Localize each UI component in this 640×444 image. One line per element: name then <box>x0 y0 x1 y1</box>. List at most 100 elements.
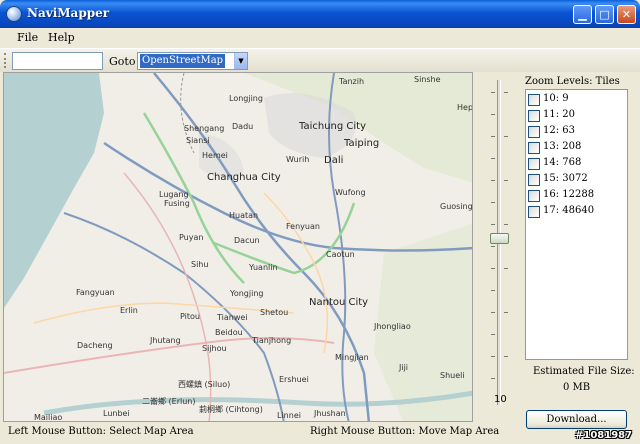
status-right-text: Right Mouse Button: Move Map Area <box>310 426 500 437</box>
map-place: Hemei <box>202 151 228 160</box>
map-place: Puyan <box>179 233 204 242</box>
checkbox[interactable] <box>528 158 540 170</box>
title-bar[interactable]: NaviMapper ▁ □ ✕ <box>0 0 640 28</box>
globe-icon <box>6 6 22 22</box>
map-place: Sinshe <box>414 75 441 84</box>
zoom-level-item[interactable]: 10: 9 <box>528 92 628 108</box>
map-place: Siansi <box>186 136 210 145</box>
menu-help[interactable]: Help <box>48 31 75 44</box>
close-button[interactable]: ✕ <box>617 5 636 24</box>
map-place: Jhongliao <box>374 322 411 331</box>
status-bar: Left Mouse Button: Select Map Area Right… <box>0 422 520 444</box>
zoom-level-item[interactable]: 14: 768 <box>528 156 628 172</box>
map-place: Shengang <box>184 124 225 133</box>
map-place: Guosing <box>440 202 473 211</box>
map-place: Tanzih <box>339 77 365 86</box>
download-button[interactable]: Download... <box>526 410 627 429</box>
zoom-level-label: 13: 208 <box>543 141 582 152</box>
map-place: Tianjhong <box>252 336 292 345</box>
map-city: Nantou City <box>309 297 369 308</box>
map-place: Yuanlin <box>249 263 278 272</box>
toolbar-grip[interactable] <box>4 53 7 68</box>
checkbox[interactable] <box>528 126 540 138</box>
checkbox[interactable] <box>528 110 540 122</box>
map-place: Mingjian <box>335 353 369 362</box>
map-place: Longjing <box>229 94 263 103</box>
close-icon: ✕ <box>621 8 632 21</box>
map-place: Beidou <box>215 328 243 337</box>
zoom-level-label: 12: 63 <box>543 125 575 136</box>
zoom-level-item[interactable]: 11: 20 <box>528 108 628 124</box>
map-place: Lugang <box>159 190 189 199</box>
watermark: #1081987 <box>575 430 633 441</box>
map-place: Dadu <box>232 122 254 131</box>
window-title: NaviMapper <box>27 6 110 20</box>
map-place: Jhutang <box>150 336 181 345</box>
map-view[interactable]: Tanzih Sinshe Hepi Longjing Dadu Shengan… <box>3 72 473 422</box>
estimated-size-label: Estimated File Size: <box>533 366 635 377</box>
zoom-slider[interactable]: 10 <box>477 72 521 422</box>
chevron-down-icon[interactable]: ▼ <box>234 53 247 69</box>
map-place: Lunbei <box>103 409 130 418</box>
map-place: 西螺鎮 (Siluo) <box>178 380 231 389</box>
toolbar: Goto OpenStreetMap ▼ <box>0 48 640 72</box>
map-place: Mailiao <box>34 413 63 422</box>
zoom-levels-title: Zoom Levels: Tiles <box>525 76 620 87</box>
map-place: Fusing <box>164 199 190 208</box>
zoom-level-label: 17: 48640 <box>543 205 595 216</box>
map-place: Fenyuan <box>286 222 320 231</box>
minimize-button[interactable]: ▁ <box>573 5 592 24</box>
zoom-level-label: 11: 20 <box>543 109 575 120</box>
address-input[interactable] <box>12 52 103 70</box>
minimize-icon: ▁ <box>578 8 587 21</box>
zoom-level-label: 15: 3072 <box>543 173 588 184</box>
zoom-level-item[interactable]: 15: 3072 <box>528 172 628 188</box>
map-place: Huatan <box>229 211 259 220</box>
menu-file[interactable]: File <box>17 31 38 44</box>
zoom-levels-list[interactable]: 10: 9 11: 20 12: 63 13: 208 14: 768 15: … <box>525 89 628 360</box>
zoom-level-label: 10: 9 <box>543 93 569 104</box>
map-place: Tianwei <box>217 313 248 322</box>
map-city: Dali <box>324 155 344 166</box>
menu-bar: File Help <box>0 28 640 48</box>
zoom-level-item[interactable]: 13: 208 <box>528 140 628 156</box>
map-place: Yongjing <box>230 289 264 298</box>
map-place: Sijhou <box>202 344 227 353</box>
map-place: Jhushan <box>314 409 346 418</box>
goto-label: Goto <box>109 55 136 68</box>
checkbox[interactable] <box>528 174 540 186</box>
zoom-panel: Zoom Levels: Tiles 10: 9 11: 20 12: 63 1… <box>521 72 640 432</box>
zoom-level-label: 14: 768 <box>543 157 582 168</box>
estimated-size-value: 0 MB <box>563 382 591 393</box>
map-city: Taiping <box>344 138 380 149</box>
map-place: Wurih <box>286 155 310 164</box>
app-window: NaviMapper ▁ □ ✕ File Help Goto OpenStre… <box>0 0 640 444</box>
map-place: Linnei <box>277 411 301 420</box>
map-place: Hepi <box>457 103 473 112</box>
checkbox[interactable] <box>528 142 540 154</box>
map-place: Fangyuan <box>76 288 115 297</box>
map-place: Shueli <box>440 371 465 380</box>
map-place: 二崙鄉 (Erlun) <box>142 397 196 406</box>
zoom-slider-thumb[interactable] <box>490 233 509 244</box>
zoom-level-label: 10 <box>494 394 507 405</box>
checkbox[interactable] <box>528 94 540 106</box>
map-place: Wufong <box>335 188 366 197</box>
map-place: Sihu <box>191 260 209 269</box>
map-place: Shetou <box>260 308 289 317</box>
map-source-select[interactable]: OpenStreetMap ▼ <box>137 52 248 70</box>
map-city: Changhua City <box>207 172 281 183</box>
map-city: Taichung City <box>299 121 366 132</box>
checkbox[interactable] <box>528 190 540 202</box>
map-place: Jiji <box>399 363 409 372</box>
map-place: Erlin <box>120 306 138 315</box>
map-place: Pitou <box>180 312 200 321</box>
zoom-level-item[interactable]: 12: 63 <box>528 124 628 140</box>
maximize-button[interactable]: □ <box>595 5 614 24</box>
maximize-icon: □ <box>599 8 610 21</box>
checkbox[interactable] <box>528 206 540 218</box>
status-left-text: Left Mouse Button: Select Map Area <box>8 426 194 437</box>
map-place: Dacun <box>234 236 260 245</box>
zoom-level-item[interactable]: 17: 48640 <box>528 204 628 220</box>
zoom-level-item[interactable]: 16: 12288 <box>528 188 628 204</box>
